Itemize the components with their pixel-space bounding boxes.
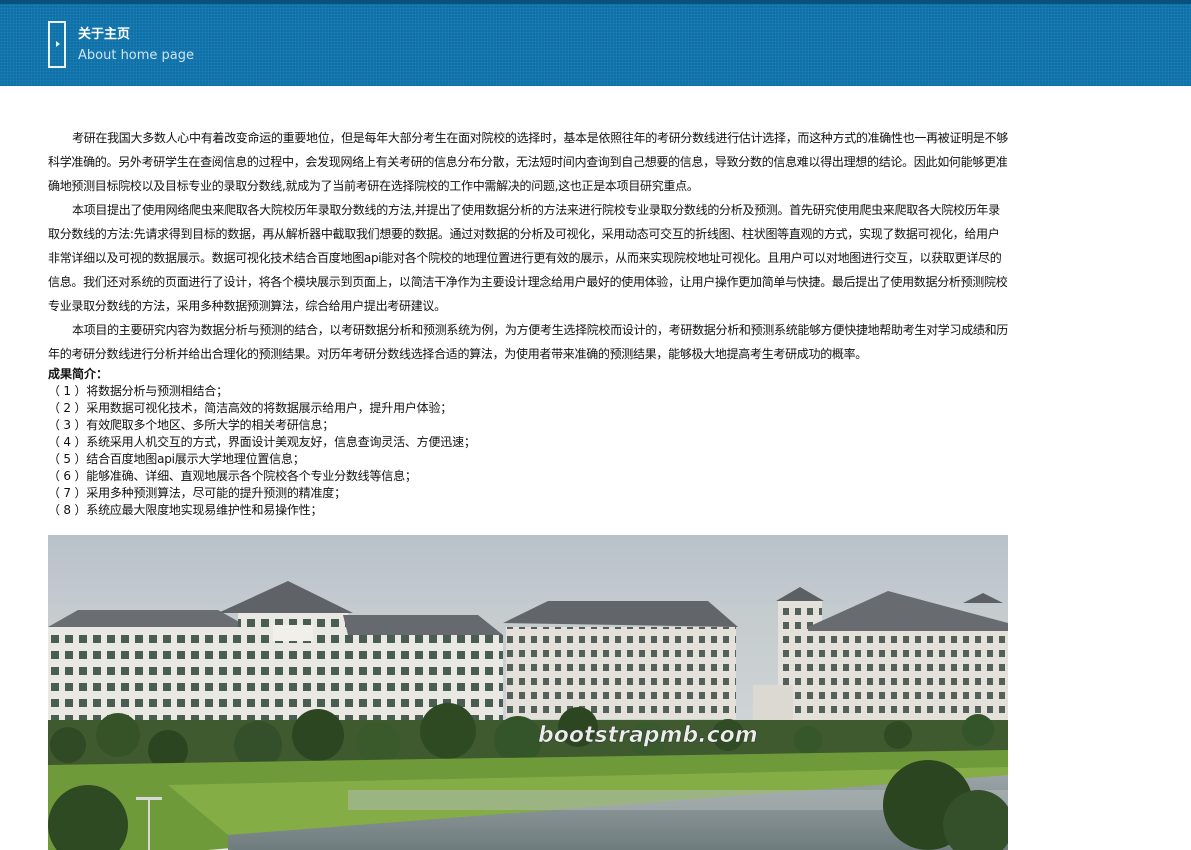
page-subtitle: About home page (78, 48, 195, 63)
watermark-text: bootstrapmb.com (538, 723, 758, 748)
summary-item: （ 4 ）系统采用人机交互的方式，界面设计美观友好，信息查询灵活、方便迅速； (48, 435, 476, 449)
intro-paragraph: 本项目提出了使用网络爬虫来爬取各大院校历年录取分数线的方法,并提出了使用数据分析… (48, 203, 1008, 313)
main-content: 考研在我国大多数人心中有着改变命运的重要地位，但是每年大部分考生在面对院校的选择… (48, 126, 1010, 519)
page-header: 关于主页 About home page (0, 0, 1191, 86)
summary-item: （ 3 ）有效爬取多个地区、多所大学的相关考研信息； (48, 418, 335, 432)
page-title: 关于主页 (78, 27, 131, 42)
page-marker-icon (48, 21, 66, 68)
summary-item: （ 6 ）能够准确、详细、直观地展示各个院校各个专业分数线等信息； (48, 469, 417, 483)
campus-photo: bootstrapmb.com (48, 535, 1008, 850)
summary-list: （ 1 ）将数据分析与预测相结合； （ 2 ）采用数据可视化技术，简洁高效的将数… (48, 383, 1010, 519)
summary-title: 成果简介： (48, 367, 109, 381)
summary-item: （ 2 ）采用数据可视化技术，简洁高效的将数据展示给用户，提升用户体验； (48, 401, 453, 415)
summary-item: （ 8 ）系统应最大限度地实现易维护性和易操作性； (48, 503, 323, 517)
summary-item: （ 1 ）将数据分析与预测相结合； (48, 384, 228, 398)
summary-item: （ 7 ）采用多种预测算法，尽可能的提升预测的精准度； (48, 486, 346, 500)
intro-paragraph: 本项目的主要研究内容为数据分析与预测的结合，以考研数据分析和预测系统为例，为方便… (48, 323, 1009, 361)
summary-item: （ 5 ）结合百度地图api展示大学地理位置信息； (48, 452, 305, 466)
intro-paragraph: 考研在我国大多数人心中有着改变命运的重要地位，但是每年大部分考生在面对院校的选择… (48, 131, 1009, 193)
